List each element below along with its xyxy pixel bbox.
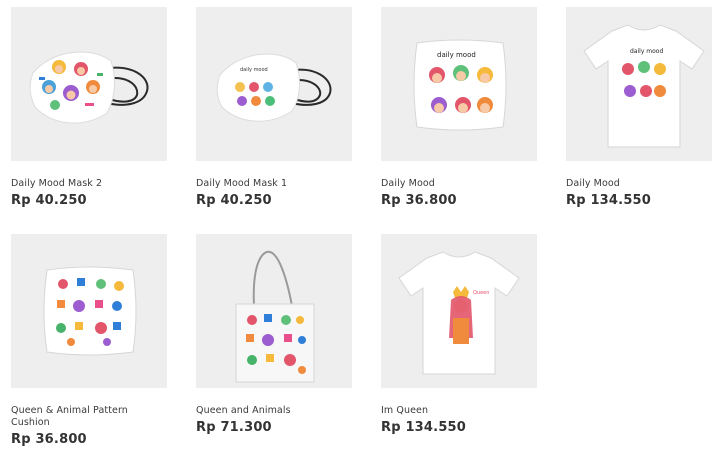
svg-text:daily mood: daily mood <box>437 51 476 59</box>
product-price: Rp 134.550 <box>566 193 652 208</box>
product-name[interactable]: Daily Mood <box>566 178 712 190</box>
product-thumbnail[interactable]: Queen <box>381 234 537 388</box>
product-name[interactable]: Queen and Animals <box>196 405 352 417</box>
mask-icon <box>29 51 149 124</box>
product-thumbnail[interactable]: daily mood <box>566 7 712 161</box>
product-name[interactable]: Im Queen <box>381 405 537 417</box>
product-thumbnail[interactable] <box>11 7 167 161</box>
tshirt-icon: daily mood <box>583 24 705 148</box>
pillow-icon: daily mood <box>413 39 507 131</box>
svg-text:daily mood: daily mood <box>240 67 268 73</box>
product-price: Rp 71.300 <box>196 420 272 435</box>
product-name[interactable]: Daily Mood Mask 1 <box>196 178 352 190</box>
product-thumbnail[interactable]: daily mood <box>381 7 537 161</box>
product-name[interactable]: Daily Mood <box>381 178 537 190</box>
product-price: Rp 134.550 <box>381 420 467 435</box>
product-thumbnail[interactable] <box>196 234 352 388</box>
product-price: Rp 36.800 <box>381 193 457 208</box>
mask-icon: daily mood <box>216 53 332 122</box>
product-price: Rp 40.250 <box>11 193 87 208</box>
pillow-icon <box>43 266 137 356</box>
product-name[interactable]: Daily Mood Mask 2 <box>11 178 167 190</box>
product-grid: Daily Mood Mask 2 Rp 40.250 daily mood D… <box>0 0 712 454</box>
tote-bag-icon <box>235 250 315 383</box>
tshirt-icon: Queen <box>398 251 520 375</box>
svg-text:Queen: Queen <box>473 290 489 296</box>
product-name[interactable]: Queen & Animal Pattern Cushion <box>11 405 167 428</box>
svg-text:daily mood: daily mood <box>630 48 663 55</box>
product-price: Rp 36.800 <box>11 432 87 447</box>
product-thumbnail[interactable]: daily mood <box>196 7 352 161</box>
product-thumbnail[interactable] <box>11 234 167 388</box>
product-price: Rp 40.250 <box>196 193 272 208</box>
